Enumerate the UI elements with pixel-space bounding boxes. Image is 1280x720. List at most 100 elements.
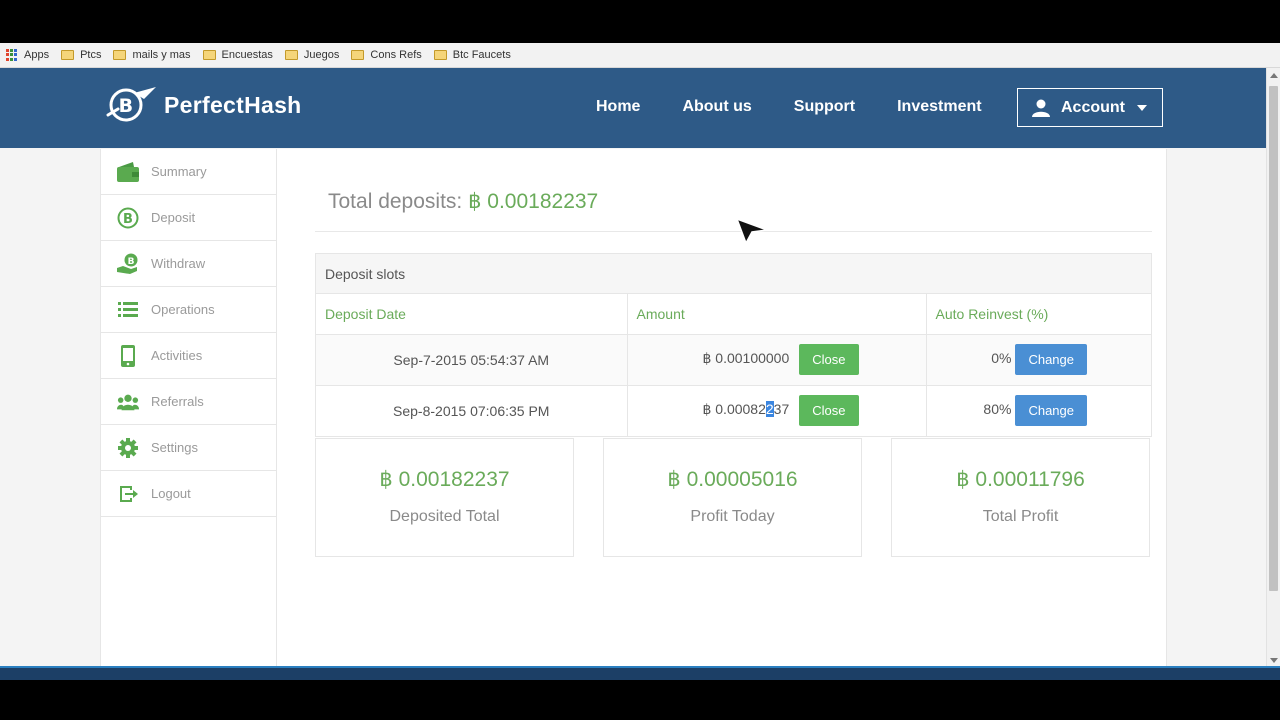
bookmark-cons-refs[interactable]: Cons Refs: [351, 49, 422, 61]
folder-icon: [113, 50, 127, 60]
nav-home[interactable]: Home: [596, 98, 640, 116]
svg-text:B: B: [123, 212, 133, 227]
sidebar-item-label: Settings: [151, 440, 198, 455]
card-label: Deposited Total: [389, 508, 500, 525]
bookmark-mails[interactable]: mails y mas: [113, 49, 191, 61]
svg-text:B: B: [119, 95, 134, 117]
vertical-scrollbar[interactable]: [1266, 68, 1280, 666]
deposit-slots-panel: Deposit slots Deposit Date Amount Auto R…: [315, 253, 1152, 437]
bookmark-label: Cons Refs: [370, 49, 422, 61]
os-taskbar: [0, 666, 1280, 680]
card-label: Total Profit: [982, 508, 1059, 525]
chevron-down-icon: [1137, 104, 1147, 111]
change-reinvest-button[interactable]: Change: [1015, 395, 1087, 427]
logout-icon: [117, 483, 139, 505]
brand-name: PerfectHash: [164, 91, 302, 118]
total-deposits-value: ฿ 0.00182237: [468, 190, 599, 213]
card-value: ฿ 0.00005016: [667, 468, 798, 491]
folder-icon: [284, 50, 298, 60]
window-top-bar: [0, 0, 1280, 43]
nav-support[interactable]: Support: [794, 98, 855, 116]
brand-logo[interactable]: B PerfectHash: [104, 85, 302, 125]
reinvest-percent: 0%: [991, 350, 1012, 367]
card-value: ฿ 0.00182237: [379, 468, 510, 491]
sidebar-item-referrals[interactable]: Referrals: [101, 379, 276, 425]
bitcoin-icon: B: [117, 207, 139, 229]
bookmark-apps[interactable]: Apps: [6, 49, 49, 61]
phone-icon: [117, 344, 139, 367]
svg-text:B: B: [128, 257, 135, 267]
bookmark-btc-faucets[interactable]: Btc Faucets: [433, 49, 511, 61]
video-letterbox-bottom: [0, 680, 1280, 720]
deposit-amount[interactable]: ฿ 0.00082237: [702, 401, 790, 418]
bookmark-encuestas[interactable]: Encuestas: [202, 49, 273, 61]
sidebar-item-label: Operations: [151, 302, 215, 317]
sidebar-item-label: Withdraw: [151, 256, 206, 271]
folder-icon: [351, 50, 365, 60]
sidebar-item-withdraw[interactable]: B Withdraw: [101, 241, 276, 287]
amount-cell: ฿ 0.00082237 Close: [627, 385, 927, 436]
sidebar-item-label: Logout: [151, 486, 191, 501]
main-nav: Home About us Support Investment: [596, 98, 1024, 116]
folder-icon: [61, 50, 75, 60]
divider: [315, 231, 1152, 232]
reinvest-cell: 80% Change: [926, 385, 1151, 436]
amount-text-before-selection: ฿ 0.00082: [702, 401, 766, 418]
apps-grid-icon: [6, 49, 18, 61]
site-navbar: B PerfectHash Home About us Support Inve…: [0, 68, 1266, 148]
amount-text-after-selection: 37: [773, 401, 790, 418]
sidebar-item-label: Activities: [151, 348, 203, 363]
bookmark-label: Apps: [24, 49, 50, 61]
bitcoin-rocket-icon: B: [106, 87, 156, 122]
bookmark-label: mails y mas: [132, 49, 191, 61]
selected-text: 2: [765, 401, 774, 418]
bookmark-label: Ptcs: [80, 49, 102, 61]
close-slot-button[interactable]: Close: [799, 395, 859, 427]
scrollbar-thumb[interactable]: [1269, 86, 1278, 591]
summary-cards: ฿ 0.00182237 Deposited Total ฿ 0.0000501…: [315, 438, 1152, 558]
deposit-slots-table: Deposit Date Amount Auto Reinvest (%) Se…: [316, 294, 1151, 436]
deposit-date-cell: Sep-8-2015 07:06:35 PM: [316, 385, 628, 436]
change-reinvest-button[interactable]: Change: [1015, 344, 1087, 375]
bookmarks-bar: Apps Ptcs mails y mas Encuestas Juegos C…: [0, 43, 1280, 68]
table-row: Sep-8-2015 07:06:35 PM ฿ 0.00082237 Close…: [316, 385, 1151, 436]
column-header-amount: Amount: [627, 294, 927, 335]
sidebar-item-settings[interactable]: Settings: [101, 425, 276, 471]
users-icon: [117, 391, 139, 413]
bookmark-juegos[interactable]: Juegos: [284, 49, 340, 61]
account-label: Account: [1061, 98, 1125, 116]
sidebar-item-summary[interactable]: Summary: [101, 149, 276, 195]
folder-icon: [202, 50, 216, 60]
panel-heading: Deposit slots: [316, 254, 1151, 294]
user-icon: [1032, 99, 1050, 117]
bookmark-ptcs[interactable]: Ptcs: [61, 49, 101, 61]
nav-about[interactable]: About us: [682, 98, 751, 116]
reinvest-cell: 0% Change: [926, 334, 1151, 386]
deposit-amount: ฿ 0.00100000: [702, 350, 790, 367]
account-dropdown-button[interactable]: Account: [1017, 88, 1163, 127]
bookmark-label: Btc Faucets: [452, 49, 511, 61]
card-value: ฿ 0.00011796: [956, 468, 1085, 491]
bookmark-label: Encuestas: [221, 49, 273, 61]
sidebar-item-activities[interactable]: Activities: [101, 333, 276, 379]
scroll-up-icon[interactable]: [1270, 73, 1278, 78]
scroll-down-icon[interactable]: [1270, 658, 1278, 663]
total-deposits-label: Total deposits:: [328, 190, 463, 213]
close-slot-button[interactable]: Close: [799, 344, 859, 375]
mouse-pointer-icon: [736, 218, 768, 244]
bookmark-label: Juegos: [303, 49, 340, 61]
hand-coin-icon: B: [117, 253, 139, 275]
sidebar-item-operations[interactable]: Operations: [101, 287, 276, 333]
amount-cell: ฿ 0.00100000 Close: [627, 334, 927, 386]
reinvest-percent: 80%: [983, 401, 1012, 418]
sidebar-item-deposit[interactable]: B Deposit: [101, 195, 276, 241]
column-header-reinvest: Auto Reinvest (%): [926, 294, 1151, 335]
sidebar-item-logout[interactable]: Logout: [101, 471, 276, 517]
gear-icon: [117, 437, 139, 459]
deposited-total-card: ฿ 0.00182237 Deposited Total: [315, 438, 574, 557]
page-viewport: B PerfectHash Home About us Support Inve…: [0, 68, 1266, 666]
card-label: Profit Today: [690, 508, 775, 525]
sidebar-item-label: Deposit: [151, 210, 196, 225]
nav-investment[interactable]: Investment: [897, 98, 981, 116]
screen: Apps Ptcs mails y mas Encuestas Juegos C…: [0, 0, 1280, 720]
